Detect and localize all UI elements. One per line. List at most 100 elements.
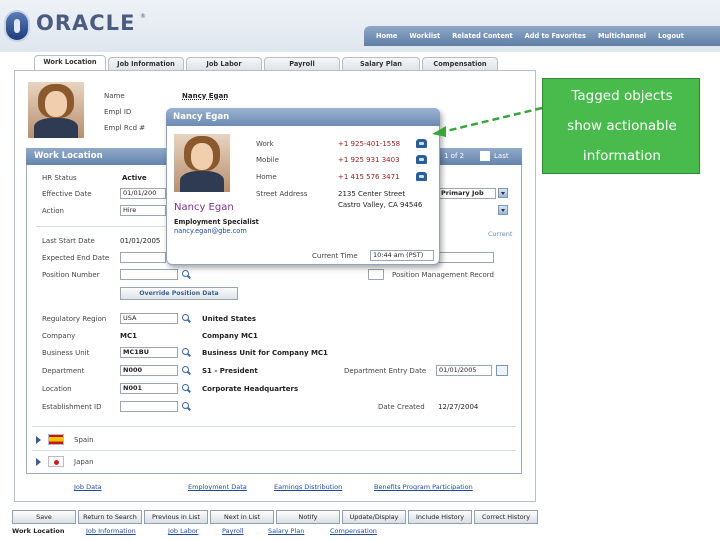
nav-worklist[interactable]: Worklist bbox=[409, 32, 440, 40]
phone-icon[interactable] bbox=[416, 155, 427, 164]
current-time-value: 10:44 am (PST) bbox=[370, 250, 434, 261]
date-created-label: Date Created bbox=[378, 403, 425, 411]
emplid-label: Empl ID bbox=[104, 108, 132, 116]
japan-flag-icon bbox=[48, 456, 64, 467]
business-unit-lookup-icon[interactable] bbox=[182, 348, 191, 357]
reg-region-desc: United States bbox=[202, 315, 256, 323]
position-number-input[interactable] bbox=[120, 269, 178, 280]
popup-photo bbox=[174, 134, 230, 192]
mobile-phone-label: Mobile bbox=[256, 156, 279, 164]
popup-email-link[interactable]: nancy.egan@gbe.com bbox=[174, 227, 247, 235]
brand-tm: ® bbox=[140, 13, 146, 20]
employee-photo bbox=[28, 82, 84, 138]
oracle-logo-icon bbox=[4, 10, 30, 42]
nav-logout[interactable]: Logout bbox=[658, 32, 684, 40]
tab-salary-plan[interactable]: Salary Plan bbox=[342, 57, 420, 70]
department-input[interactable]: N000 bbox=[120, 365, 178, 376]
company-label: Company bbox=[42, 332, 76, 340]
department-label: Department bbox=[42, 367, 85, 375]
company-desc: Company MC1 bbox=[202, 332, 258, 340]
effective-date-label: Effective Date bbox=[42, 190, 92, 198]
expected-end-input[interactable] bbox=[120, 252, 166, 263]
action-label: Action bbox=[42, 207, 64, 215]
tab-job-labor[interactable]: Job Labor bbox=[186, 57, 262, 70]
bottom-link-job-information[interactable]: Job Information bbox=[86, 527, 136, 535]
nav-home[interactable]: Home bbox=[376, 32, 397, 40]
tab-work-location[interactable]: Work Location bbox=[34, 55, 106, 71]
home-phone-value[interactable]: +1 415 576 3471 bbox=[338, 173, 400, 181]
street-address-line2: Castro Valley, CA 94546 bbox=[338, 201, 423, 209]
last-start-value: 01/01/2005 bbox=[120, 237, 161, 245]
last-link[interactable]: Last bbox=[494, 152, 509, 160]
calendar-icon[interactable] bbox=[496, 365, 508, 376]
street-address-label: Street Address bbox=[256, 190, 308, 198]
previous-in-list-button[interactable]: Previous in List bbox=[144, 510, 208, 524]
link-employment-data[interactable]: Employment Data bbox=[188, 483, 247, 491]
position-number-label: Position Number bbox=[42, 271, 100, 279]
reg-region-label: Regulatory Region bbox=[42, 315, 107, 323]
country-spain[interactable]: Spain bbox=[74, 436, 94, 444]
expand-spain-icon[interactable] bbox=[36, 436, 41, 444]
establishment-lookup-icon[interactable] bbox=[182, 402, 191, 411]
tab-payroll[interactable]: Payroll bbox=[264, 57, 340, 70]
tab-job-information[interactable]: Job Information bbox=[108, 57, 184, 70]
next-in-list-button[interactable]: Next in List bbox=[210, 510, 274, 524]
action-select[interactable]: Hire bbox=[120, 205, 166, 216]
link-job-data[interactable]: Job Data bbox=[74, 483, 102, 491]
nav-add-favorites[interactable]: Add to Favorites bbox=[525, 32, 586, 40]
establishment-label: Establishment ID bbox=[42, 403, 102, 411]
establishment-input[interactable] bbox=[120, 401, 178, 412]
update-display-button[interactable]: Update/Display bbox=[342, 510, 406, 524]
work-phone-label: Work bbox=[256, 140, 274, 148]
nav-multichannel[interactable]: Multichannel bbox=[598, 32, 646, 40]
effective-date-input[interactable]: 01/01/200 bbox=[120, 188, 166, 199]
business-unit-input[interactable]: MC1BU bbox=[120, 347, 178, 358]
phone-icon[interactable] bbox=[416, 172, 427, 181]
reg-region-input[interactable]: USA bbox=[120, 313, 178, 324]
link-earnings-distribution[interactable]: Earnings Distribution bbox=[274, 483, 342, 491]
mobile-phone-value[interactable]: +1 925 931 3403 bbox=[338, 156, 400, 164]
business-unit-desc: Business Unit for Company MC1 bbox=[202, 349, 328, 357]
contact-popup-title: Nancy Egan bbox=[173, 112, 230, 122]
override-position-button[interactable]: Override Position Data bbox=[120, 287, 238, 300]
nav-related-content[interactable]: Related Content bbox=[452, 32, 512, 40]
callout-line-1: Tagged objects bbox=[571, 88, 673, 104]
country-japan[interactable]: Japan bbox=[74, 458, 94, 466]
location-label: Location bbox=[42, 385, 72, 393]
bottom-link-payroll[interactable]: Payroll bbox=[222, 527, 244, 535]
dept-entry-label: Department Entry Date bbox=[344, 367, 427, 375]
save-button[interactable]: Save bbox=[12, 510, 76, 524]
dept-entry-input[interactable]: 01/01/2005 bbox=[436, 365, 492, 376]
action-dropdown-icon[interactable] bbox=[498, 205, 508, 215]
department-lookup-icon[interactable] bbox=[182, 366, 191, 375]
work-phone-value[interactable]: +1 925-401-1558 bbox=[338, 140, 400, 148]
expand-japan-icon[interactable] bbox=[36, 458, 41, 466]
expected-end-label: Expected End Date bbox=[42, 254, 110, 262]
job-indicator-dropdown-icon[interactable] bbox=[498, 188, 508, 198]
tab-compensation[interactable]: Compensation bbox=[422, 57, 498, 70]
include-history-button[interactable]: Include History bbox=[408, 510, 472, 524]
position-lookup-icon[interactable] bbox=[182, 270, 191, 279]
job-indicator-select[interactable]: Primary Job bbox=[438, 188, 496, 199]
bottom-link-salary-plan[interactable]: Salary Plan bbox=[268, 527, 304, 535]
notify-button[interactable]: Notify bbox=[276, 510, 340, 524]
location-input[interactable]: N001 bbox=[120, 383, 178, 394]
bottom-link-job-labor[interactable]: Job Labor bbox=[168, 527, 198, 535]
last-arrow-icon[interactable] bbox=[480, 151, 490, 161]
correct-history-button[interactable]: Correct History bbox=[474, 510, 538, 524]
callout-box: Tagged objects show actionable informati… bbox=[542, 78, 700, 174]
employee-name-link[interactable]: Nancy Egan bbox=[182, 92, 228, 100]
return-to-search-button[interactable]: Return to Search bbox=[78, 510, 142, 524]
position-mgmt-checkbox[interactable] bbox=[368, 269, 384, 280]
current-label: Current bbox=[488, 230, 513, 238]
company-value: MC1 bbox=[120, 332, 137, 340]
last-start-label: Last Start Date bbox=[42, 237, 95, 245]
location-lookup-icon[interactable] bbox=[182, 384, 191, 393]
bottom-link-compensation[interactable]: Compensation bbox=[330, 527, 377, 535]
phone-icon[interactable] bbox=[416, 139, 427, 148]
link-benefits-program[interactable]: Benefits Program Participation bbox=[374, 483, 473, 491]
bottom-link-work-location[interactable]: Work Location bbox=[12, 527, 64, 535]
work-location-title: Work Location bbox=[34, 151, 103, 161]
reg-region-lookup-icon[interactable] bbox=[182, 314, 191, 323]
name-label: Name bbox=[104, 92, 125, 100]
